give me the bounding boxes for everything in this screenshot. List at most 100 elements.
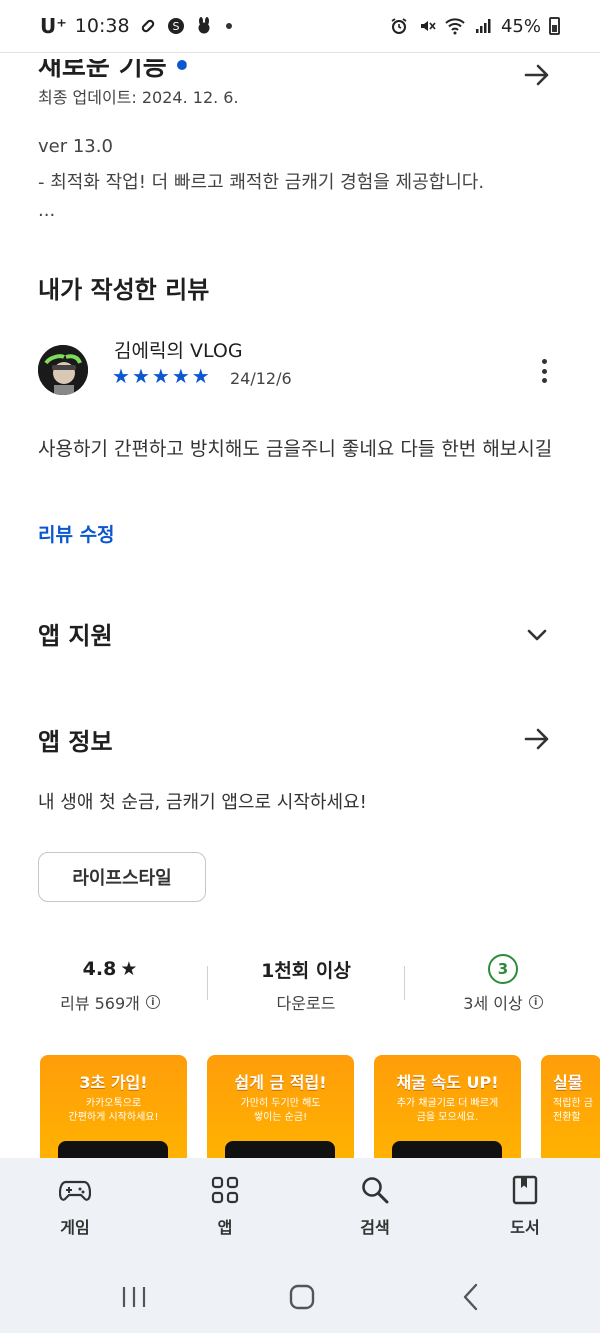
dollar-app-icon: S <box>166 16 186 36</box>
more-vertical-icon-dot <box>541 359 547 364</box>
carrier-label: U⁺ <box>40 14 67 38</box>
category-chip[interactable]: 라이프스타일 <box>38 852 206 902</box>
nav-search[interactable]: 검색 <box>300 1158 450 1258</box>
reviews-count-row: 리뷰 569개 i <box>20 990 200 1014</box>
status-left: U⁺ 10:38 S <box>40 14 232 38</box>
chevron-down-icon <box>527 629 547 641</box>
screenshot-subtitle: 추가 채굴기로 더 빠르게 금을 모으세요. <box>396 1098 499 1123</box>
link-icon <box>138 16 158 36</box>
system-navigation-bar <box>0 1258 600 1333</box>
screenshot-carousel[interactable]: 3초 가입! 카카오톡으로 간편하게 시작하세요! 쉽게 금 적립! 가만히 두… <box>40 1055 600 1175</box>
screenshot-card[interactable]: 쉽게 금 적립! 가만히 두기만 해도 쌓이는 순금! <box>207 1055 354 1165</box>
star-icon: ★ <box>120 958 138 980</box>
avatar-image <box>38 345 88 395</box>
app-description: 내 생애 첫 순금, 금캐기 앱으로 시작하세요! <box>38 792 367 813</box>
release-note: - 최적화 작업! 더 빠르고 쾌적한 금캐기 경험을 제공합니다. <box>38 172 485 193</box>
screenshot-title: 쉽게 금 적립! <box>234 1073 327 1092</box>
downloads-value: 1천회 이상 <box>261 959 351 982</box>
star-icon: ★ <box>112 364 130 388</box>
nav-apps-label: 앱 <box>217 1218 233 1237</box>
reviewer-name: 김에릭의 VLOG <box>114 340 243 362</box>
rating-stars: ★ ★ ★ ★ ★ <box>112 364 210 388</box>
clock: 10:38 <box>74 15 130 37</box>
info-icon: i <box>528 995 543 1009</box>
edit-review-link[interactable]: 리뷰 수정 <box>38 520 115 547</box>
status-bar: U⁺ 10:38 S 45% <box>0 0 600 52</box>
top-divider <box>0 52 600 53</box>
star-icon: ★ <box>131 364 150 388</box>
battery-icon <box>549 17 560 35</box>
age-rating-badge: 3 <box>488 954 518 984</box>
app-info-title[interactable]: 앱 정보 <box>38 722 113 757</box>
home-button[interactable] <box>287 1284 317 1310</box>
review-text: 사용하기 간편하고 방치해도 금을주니 좋네요 다들 한번 해보시길 <box>38 438 553 460</box>
stat-divider <box>404 966 405 1000</box>
nav-apps[interactable]: 앱 <box>150 1158 300 1258</box>
avatar <box>38 345 88 395</box>
screenshot-title: 3초 가입! <box>79 1073 148 1092</box>
nav-books-label: 도서 <box>510 1218 540 1237</box>
screenshot-subtitle: 가만히 두기만 해도 쌓이는 순금! <box>240 1098 321 1123</box>
rabbit-app-icon <box>194 16 214 36</box>
svg-text:S: S <box>172 20 179 33</box>
age-rating-stat[interactable]: 3 3세 이상 i <box>413 952 593 1014</box>
rating-stat[interactable]: 4.8 ★ 리뷰 569개 i <box>20 952 200 1014</box>
app-support-expand-button[interactable] <box>524 622 550 648</box>
stat-divider <box>207 966 208 1000</box>
search-icon <box>359 1174 391 1206</box>
new-indicator-dot <box>176 59 187 70</box>
star-icon: ★ <box>171 364 190 388</box>
back-button[interactable] <box>456 1283 486 1311</box>
home-icon <box>289 1284 315 1310</box>
screenshot-title: 채굴 속도 UP! <box>396 1073 499 1092</box>
version-text: ver 13.0 <box>38 136 113 157</box>
battery-percent: 45% <box>500 15 541 37</box>
book-icon <box>509 1174 541 1206</box>
bottom-navigation: 게임 앱 검색 도서 <box>0 1158 600 1258</box>
status-right: 45% <box>389 16 560 37</box>
rating-value-row: 4.8 ★ <box>20 952 200 986</box>
info-icon: i <box>145 995 160 1009</box>
back-chevron-icon <box>463 1283 478 1311</box>
apps-grid-icon <box>209 1174 241 1206</box>
screenshot-title: 실물 <box>553 1073 583 1092</box>
screenshot-card[interactable]: 3초 가입! 카카오톡으로 간편하게 시작하세요! <box>40 1055 187 1165</box>
review-date: 24/12/6 <box>230 369 292 388</box>
age-rating-label: 3세 이상 <box>463 994 523 1013</box>
reviews-count: 리뷰 569개 <box>60 994 140 1013</box>
nav-search-label: 검색 <box>360 1218 390 1237</box>
rating-value: 4.8 <box>82 958 117 980</box>
more-vertical-icon-dot <box>541 378 547 383</box>
app-support-title[interactable]: 앱 지원 <box>38 616 113 651</box>
star-icon: ★ <box>191 364 210 388</box>
arrow-right-icon <box>524 64 549 86</box>
app-info-arrow-button[interactable] <box>522 724 552 754</box>
screenshot-subtitle: 카카오톡으로 간편하게 시작하세요! <box>68 1098 159 1123</box>
whats-new-arrow-button[interactable] <box>522 60 552 90</box>
downloads-stat: 1천회 이상 다운로드 <box>216 952 396 1014</box>
mute-icon <box>417 16 437 36</box>
release-note-more: ... <box>38 200 56 221</box>
notification-dot-icon <box>225 23 232 29</box>
arrow-right-icon <box>524 728 549 750</box>
more-vertical-icon-dot <box>541 368 547 374</box>
my-review-title: 내가 작성한 리뷰 <box>38 276 210 304</box>
downloads-label: 다운로드 <box>276 994 336 1013</box>
age-rating-badge-row: 3 <box>413 952 593 986</box>
signal-icon <box>473 16 493 36</box>
screenshot-subtitle: 적립한 금 전환할 <box>553 1098 593 1123</box>
wifi-icon <box>445 16 465 36</box>
gamepad-icon <box>59 1174 91 1206</box>
app-stats: 4.8 ★ 리뷰 569개 i 1천회 이상 다운로드 3 3세 이상 i <box>0 952 600 1022</box>
review-more-options-button[interactable] <box>534 356 554 386</box>
nav-books[interactable]: 도서 <box>450 1158 600 1258</box>
nav-games[interactable]: 게임 <box>0 1158 150 1258</box>
recent-apps-icon <box>122 1287 146 1307</box>
screenshot-card[interactable]: 실물 적립한 금 전환할 <box>541 1055 600 1165</box>
age-rating-row: 3세 이상 i <box>413 990 593 1014</box>
alarm-icon <box>389 16 409 36</box>
last-updated: 최종 업데이트: 2024. 12. 6. <box>38 88 239 107</box>
star-icon: ★ <box>151 364 170 388</box>
screenshot-card[interactable]: 채굴 속도 UP! 추가 채굴기로 더 빠르게 금을 모으세요. <box>374 1055 521 1165</box>
recent-apps-button[interactable] <box>119 1284 149 1310</box>
